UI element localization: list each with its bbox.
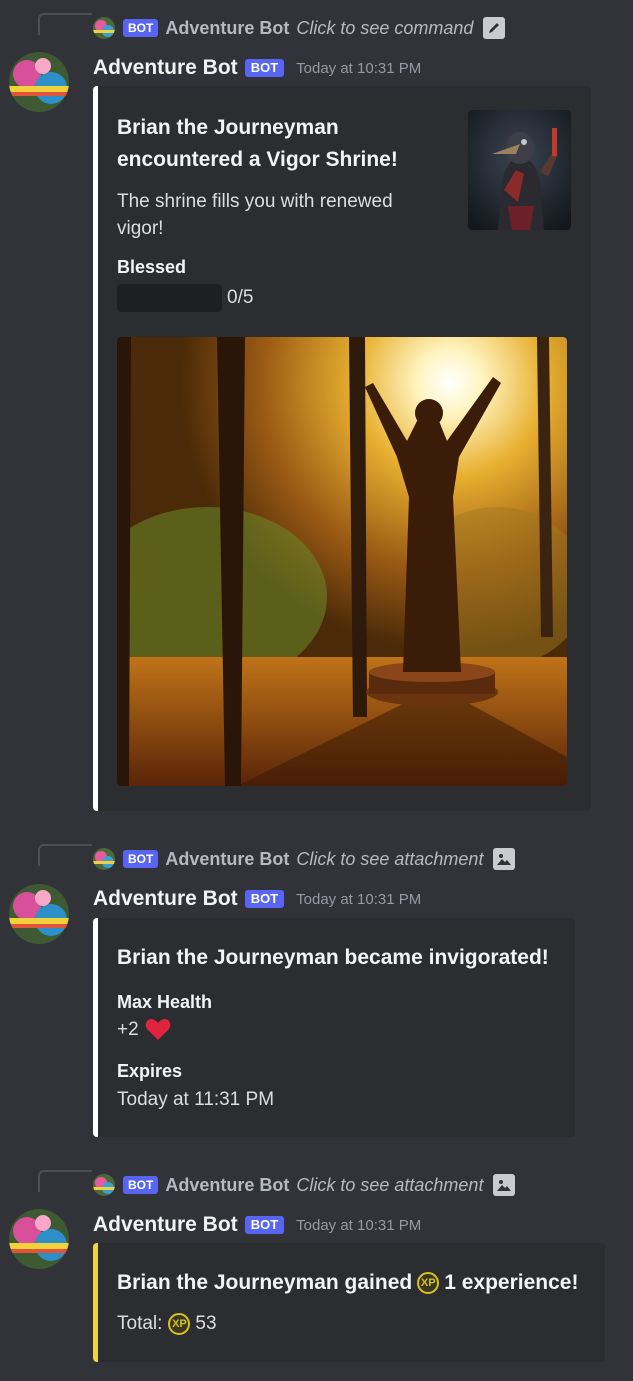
embed-image[interactable]: [117, 337, 567, 786]
pencil-icon[interactable]: [483, 17, 506, 39]
reply-spine: [38, 844, 92, 866]
reply-author[interactable]: Adventure Bot: [165, 849, 289, 870]
bot-badge: BOT: [244, 890, 285, 908]
reply-action[interactable]: Click to see attachment: [296, 849, 483, 870]
timestamp[interactable]: Today at 10:31 PM: [296, 1217, 421, 1234]
embed-title: Brian the Journeyman became invigorated!: [117, 946, 549, 969]
heart-icon: [145, 1018, 171, 1041]
field-name-expires: Expires: [117, 1061, 183, 1081]
embed-card: Brian the Journeyman gained XP 1 experie…: [93, 1243, 605, 1362]
author-avatar[interactable]: [9, 52, 69, 112]
image-icon[interactable]: [493, 1174, 516, 1196]
embed-thumbnail[interactable]: [468, 110, 571, 230]
field-value-expires: Today at 11:31 PM: [117, 1089, 275, 1110]
xp-icon: XP: [417, 1272, 440, 1294]
progress-row: 0/5: [117, 284, 253, 312]
embed-card: Brian the Journeyman encountered a Vigor…: [93, 86, 591, 811]
bot-badge: BOT: [123, 850, 159, 868]
total-row: Total: XP 53: [117, 1313, 217, 1335]
xp-icon: XP: [168, 1313, 191, 1335]
bot-badge: BOT: [244, 59, 285, 77]
timestamp[interactable]: Today at 10:31 PM: [296, 891, 421, 908]
reply-action[interactable]: Click to see command: [296, 18, 473, 39]
image-icon[interactable]: [493, 848, 516, 870]
author-avatar[interactable]: [9, 884, 69, 944]
field-value-max-health: +2: [117, 1018, 171, 1041]
total-value: 53: [195, 1313, 217, 1334]
embed-title: Brian the Journeyman encountered a Vigor…: [117, 116, 398, 171]
reply-avatar[interactable]: [93, 1174, 115, 1196]
total-label: Total:: [117, 1313, 163, 1334]
max-health-value: +2: [117, 1018, 139, 1040]
reply-author[interactable]: Adventure Bot: [165, 18, 289, 39]
reply-preview[interactable]: BOT Adventure Bot Click to see attachmen…: [0, 831, 633, 870]
reply-spine: [38, 13, 92, 35]
bot-badge: BOT: [123, 19, 159, 37]
progress-bar: [117, 284, 222, 312]
author-name[interactable]: Adventure Bot: [93, 1213, 238, 1237]
bot-badge: BOT: [123, 1176, 159, 1194]
reply-preview[interactable]: BOT Adventure Bot Click to see command: [0, 0, 633, 39]
author-name[interactable]: Adventure Bot: [93, 887, 238, 911]
reply-action[interactable]: Click to see attachment: [296, 1175, 483, 1196]
reply-spine: [38, 1170, 92, 1192]
author-name[interactable]: Adventure Bot: [93, 56, 238, 80]
embed-title: Brian the Journeyman gained XP 1 experie…: [117, 1271, 579, 1294]
embed-card: Brian the Journeyman became invigorated!…: [93, 918, 575, 1137]
field-name-blessed: Blessed: [117, 257, 187, 277]
reply-preview[interactable]: BOT Adventure Bot Click to see attachmen…: [0, 1157, 633, 1196]
field-name-max-health: Max Health: [117, 992, 213, 1012]
author-avatar[interactable]: [9, 1209, 69, 1269]
progress-text: 0/5: [227, 287, 254, 308]
timestamp[interactable]: Today at 10:31 PM: [296, 60, 421, 77]
reply-author[interactable]: Adventure Bot: [165, 1175, 289, 1196]
bot-badge: BOT: [244, 1216, 285, 1234]
reply-avatar[interactable]: [93, 17, 115, 39]
reply-avatar[interactable]: [93, 848, 115, 870]
embed-description: The shrine fills you with renewed vigor!: [117, 191, 393, 239]
